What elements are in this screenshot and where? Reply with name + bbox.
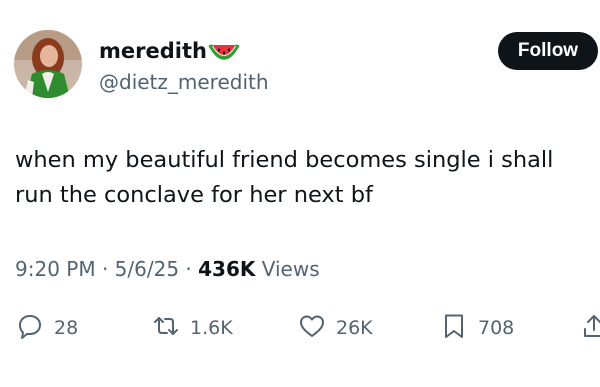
tweet-time[interactable]: 9:20 PM	[15, 257, 96, 281]
display-name[interactable]: meredith	[99, 39, 207, 63]
repost-count: 1.6K	[190, 317, 233, 339]
bookmark-button[interactable]: 708	[440, 308, 514, 348]
tweet-text-line: run the conclave for her next bf	[15, 182, 373, 208]
like-count: 26K	[336, 317, 373, 339]
repost-icon	[152, 312, 180, 345]
tweet-metadata: 9:20 PM · 5/6/25 · 436K Views	[15, 257, 320, 281]
bookmark-count: 708	[478, 317, 515, 339]
bookmark-icon	[440, 312, 468, 345]
meta-separator: ·	[101, 257, 109, 281]
avatar-photo	[14, 30, 82, 98]
tweet-card: meredith @dietz_meredith Follow when my …	[0, 0, 600, 387]
reply-icon	[16, 312, 44, 345]
action-bar: 28 1.6K 26K 708	[0, 308, 600, 348]
user-handle[interactable]: @dietz_meredith	[99, 70, 269, 94]
repost-button[interactable]: 1.6K	[152, 308, 233, 348]
share-icon	[580, 312, 600, 345]
share-button[interactable]	[580, 308, 600, 348]
watermelon-icon	[208, 41, 240, 63]
tweet-date[interactable]: 5/6/25	[115, 257, 179, 281]
tweet-text: when my beautiful friend becomes single …	[15, 143, 600, 213]
follow-button[interactable]: Follow	[498, 32, 598, 70]
like-button[interactable]: 26K	[298, 308, 373, 348]
reply-count: 28	[54, 317, 79, 339]
views-label: Views	[261, 257, 320, 281]
views-count: 436K	[198, 257, 256, 281]
avatar[interactable]	[14, 30, 82, 98]
heart-icon	[298, 312, 326, 345]
tweet-text-line: when my beautiful friend becomes single …	[15, 147, 554, 173]
meta-separator: ·	[185, 257, 192, 281]
reply-button[interactable]: 28	[16, 308, 78, 348]
